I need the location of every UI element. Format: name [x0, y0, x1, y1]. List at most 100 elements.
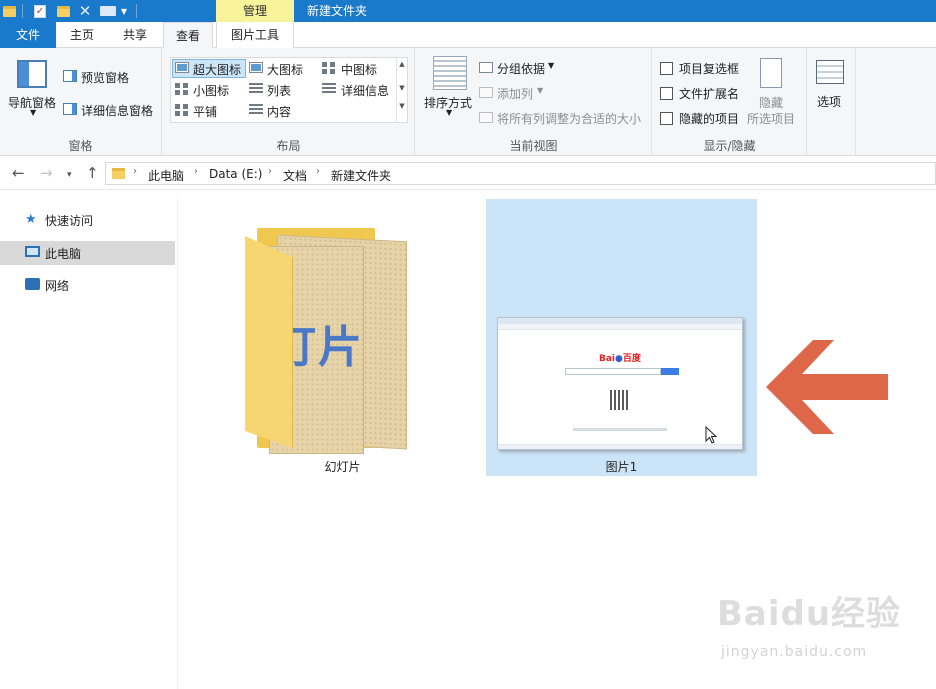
nav-item-this-pc[interactable]: 此电脑: [0, 241, 175, 265]
extra-large-icons-icon: [175, 62, 189, 73]
tab-file[interactable]: 文件: [0, 22, 56, 48]
tiles-icon: [175, 104, 189, 116]
address-bar: ← → ▾ ↑ › 此电脑 › Data (E:) › 文档 › 新建文件夹: [0, 157, 936, 190]
tab-picture-tools[interactable]: 图片工具: [216, 22, 294, 48]
thumbnail-statusbar: [498, 444, 742, 449]
file-name[interactable]: 图片1: [486, 458, 757, 475]
thumbnail-qr-code: [610, 390, 630, 410]
customize-toolbar-icon[interactable]: ▼: [119, 3, 129, 19]
show-hide-group: 项目复选框 文件扩展名 隐藏的项目 隐藏 所选项目 显示/隐藏: [653, 48, 807, 156]
thumbnail-browser-toolbar: [498, 324, 742, 330]
layout-extra-large-icons[interactable]: 超大图标: [193, 61, 241, 78]
nav-item-label: 此电脑: [45, 247, 82, 261]
navigation-pane: ★ 快速访问 此电脑 网络: [0, 198, 178, 689]
fit-columns-button[interactable]: 将所有列调整为合适的大小: [497, 110, 641, 127]
details-pane-icon: [63, 103, 77, 115]
tab-view[interactable]: 查看: [163, 22, 213, 49]
up-arrow-icon[interactable]: ↑: [86, 165, 99, 181]
breadcrumb-this-pc[interactable]: 此电脑: [148, 167, 184, 184]
fit-columns-icon: [479, 112, 493, 123]
delete-icon[interactable]: ✕: [77, 3, 93, 19]
back-arrow-icon[interactable]: ←: [12, 165, 25, 181]
breadcrumb-separator-icon[interactable]: ›: [194, 166, 198, 177]
chevron-down-icon: ▼: [537, 86, 544, 95]
file-extensions-checkbox[interactable]: [660, 87, 673, 100]
item-checkboxes-label[interactable]: 项目复选框: [679, 60, 739, 77]
file-extensions-label[interactable]: 文件扩展名: [679, 85, 739, 102]
group-by-button[interactable]: 分组依据: [497, 60, 545, 77]
chevron-down-icon[interactable]: ▼: [30, 108, 36, 117]
current-view-group: 排序方式 ▼ 分组依据 ▼ 添加列 ▼ 将所有列调整为合适的大小 当前视图: [416, 48, 652, 156]
layout-tiles[interactable]: 平铺: [193, 103, 217, 120]
rename-icon[interactable]: [99, 3, 117, 19]
layout-details[interactable]: 详细信息: [341, 82, 389, 99]
separator: [22, 4, 23, 18]
chevron-down-icon[interactable]: ▼: [397, 84, 407, 92]
breadcrumb-separator-icon[interactable]: ›: [268, 166, 272, 177]
nav-item-network[interactable]: 网络: [0, 273, 175, 297]
ribbon-tabs: 文件 主页 共享 查看 图片工具: [0, 22, 936, 49]
layout-medium-icons[interactable]: 中图标: [341, 61, 377, 78]
nav-item-label: 网络: [45, 279, 70, 293]
add-column-icon: [479, 87, 493, 98]
add-column-button[interactable]: 添加列: [497, 85, 533, 102]
left-arrow-icon: [766, 340, 888, 434]
separator: [136, 4, 137, 18]
properties-icon[interactable]: ✓: [32, 3, 48, 19]
tab-home[interactable]: 主页: [57, 22, 107, 48]
layout-gallery-scrollbar[interactable]: ▲ ▼ ▼: [396, 58, 407, 122]
layout-list[interactable]: 列表: [267, 82, 291, 99]
group-label-panes: 窗格: [68, 139, 93, 153]
options-group: 选项: [808, 48, 856, 156]
hide-selected-icon[interactable]: [760, 58, 782, 88]
thumbnail-logo: Bai●百度: [599, 354, 641, 364]
navigation-pane-icon[interactable]: [17, 60, 47, 88]
window-title: 新建文件夹: [307, 4, 368, 18]
breadcrumb-new-folder[interactable]: 新建文件夹: [331, 167, 391, 184]
forward-arrow-icon[interactable]: →: [40, 165, 53, 181]
image-item[interactable]: Bai●百度 图片1: [486, 199, 757, 476]
details-pane-button[interactable]: 详细信息窗格: [81, 102, 153, 119]
panes-group: 导航窗格 ▼ 预览窗格 详细信息窗格 窗格: [0, 48, 162, 156]
list-icon: [249, 83, 263, 95]
details-icon: [322, 83, 336, 95]
hide-selected-label-line2[interactable]: 所选项目: [747, 110, 795, 127]
options-button[interactable]: 选项: [817, 93, 841, 110]
sort-by-icon[interactable]: [433, 56, 467, 90]
layout-small-icons[interactable]: 小图标: [193, 82, 229, 99]
hidden-items-label[interactable]: 隐藏的项目: [679, 110, 739, 127]
new-folder-icon[interactable]: [55, 3, 71, 19]
expand-icon[interactable]: ▼: [397, 102, 407, 110]
item-checkboxes-checkbox[interactable]: [660, 62, 673, 75]
group-label-current-view: 当前视图: [509, 139, 558, 153]
folder-item[interactable]: 灯片 幻灯片: [235, 206, 450, 478]
watermark-url: jingyan.baidu.com: [721, 644, 868, 660]
thumbnail-search-button: [661, 368, 679, 375]
layout-large-icons[interactable]: 大图标: [267, 61, 303, 78]
chevron-down-icon[interactable]: ▼: [446, 108, 452, 117]
hide-selected-label-line1[interactable]: 隐藏: [759, 94, 783, 111]
content-icon: [249, 104, 263, 116]
chevron-up-icon[interactable]: ▲: [397, 60, 407, 68]
hidden-items-checkbox[interactable]: [660, 112, 673, 125]
recent-locations-chevron-icon[interactable]: ▾: [67, 167, 72, 183]
breadcrumb-separator-icon[interactable]: ›: [133, 166, 137, 177]
small-icons-icon: [175, 83, 189, 95]
watermark-logo: Baidu经验 jingyan.baidu.com: [717, 586, 917, 666]
options-icon[interactable]: [816, 60, 844, 84]
breadcrumb-documents[interactable]: 文档: [283, 167, 307, 184]
file-name[interactable]: 幻灯片: [235, 458, 450, 475]
group-by-icon: [479, 62, 493, 73]
star-icon: ★: [25, 212, 37, 227]
layout-content[interactable]: 内容: [267, 103, 291, 120]
breadcrumb-data-drive[interactable]: Data (E:): [209, 167, 262, 181]
tab-share[interactable]: 共享: [108, 22, 162, 48]
context-tab-manage: 管理: [216, 0, 294, 22]
breadcrumb-separator-icon[interactable]: ›: [316, 166, 320, 177]
network-icon: [25, 278, 40, 290]
chevron-down-icon[interactable]: ▼: [548, 61, 554, 70]
group-label-layout: 布局: [276, 139, 301, 153]
nav-item-quick-access[interactable]: ★ 快速访问: [0, 208, 175, 232]
preview-pane-button[interactable]: 预览窗格: [81, 69, 129, 86]
address-input[interactable]: › 此电脑 › Data (E:) › 文档 › 新建文件夹: [105, 162, 936, 185]
